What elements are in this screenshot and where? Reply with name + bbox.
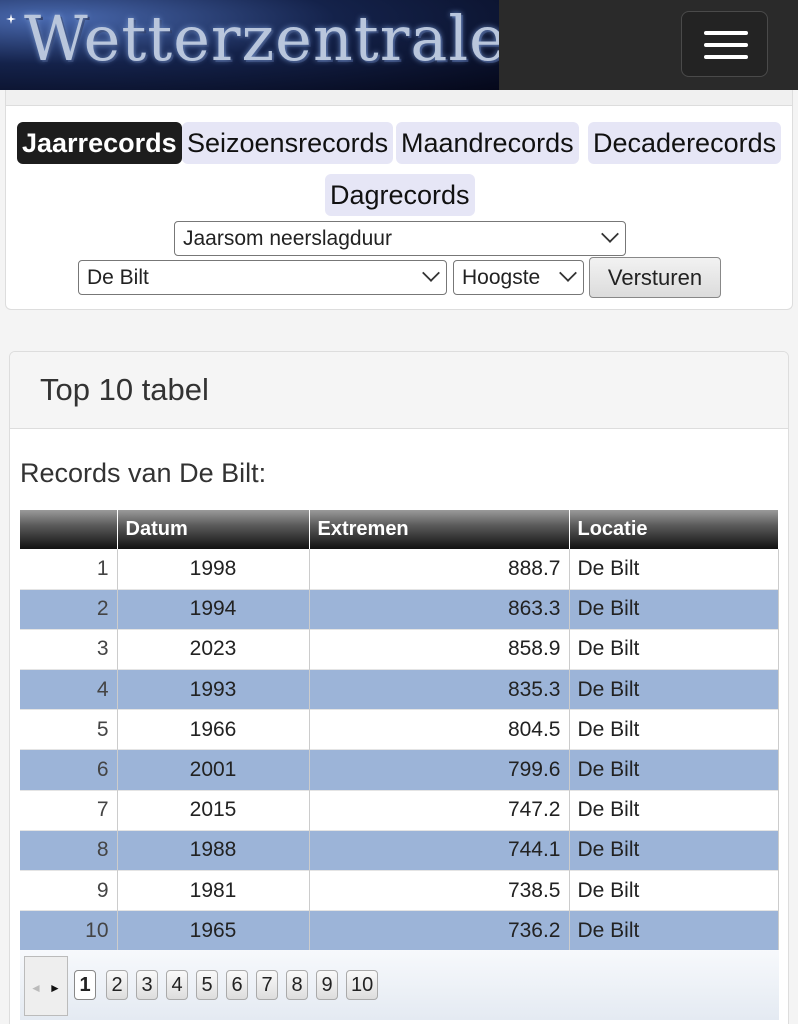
row-location: De Bilt (569, 629, 779, 670)
row-rank: 8 (20, 830, 118, 871)
row-rank: 7 (20, 790, 118, 831)
arrow-right-icon[interactable]: ► (49, 981, 61, 995)
records-title: Records van De Bilt: (20, 458, 267, 488)
page-6-button[interactable]: 6 (226, 970, 248, 1000)
row-date: 1966 (117, 709, 310, 750)
row-date: 1998 (117, 549, 310, 590)
chevron-down-icon (601, 225, 619, 243)
submit-button[interactable]: Versturen (589, 257, 721, 298)
page-4-button[interactable]: 4 (166, 970, 188, 1000)
tab-maandrecords[interactable]: Maandrecords (396, 122, 579, 164)
row-value: 736.2 (309, 910, 570, 951)
row-location: De Bilt (569, 669, 779, 710)
row-rank: 2 (20, 589, 118, 630)
hamburger-icon (704, 31, 748, 35)
site-logo[interactable]: Wetterzentrale (0, 0, 499, 90)
card-title: Top 10 tabel (40, 372, 209, 407)
row-value: 799.6 (309, 749, 570, 791)
page-1-button[interactable]: 1 (74, 970, 96, 1000)
row-date: 2015 (117, 790, 310, 831)
row-value: 744.1 (309, 830, 570, 871)
row-location: De Bilt (569, 910, 779, 951)
parameter-select-value: Jaarsom neerslagduur (183, 227, 392, 250)
row-location: De Bilt (569, 709, 779, 750)
row-value: 835.3 (309, 669, 570, 710)
row-location: De Bilt (569, 749, 779, 791)
page-8-button[interactable]: 8 (286, 970, 308, 1000)
row-rank: 5 (20, 709, 118, 750)
table-row: 6 2001 799.6 De Bilt (20, 749, 779, 791)
star-icon (6, 14, 16, 24)
page-2-button[interactable]: 2 (106, 970, 128, 1000)
row-value: 863.3 (309, 589, 570, 630)
row-date: 1981 (117, 870, 310, 911)
row-value: 888.7 (309, 549, 570, 590)
menu-button[interactable] (681, 11, 768, 77)
table-row: 7 2015 747.2 De Bilt (20, 790, 779, 831)
row-rank: 6 (20, 749, 118, 791)
row-location: De Bilt (569, 790, 779, 831)
parameter-select[interactable]: Jaarsom neerslagduur (174, 221, 626, 256)
header-datum[interactable]: Datum (117, 510, 310, 549)
row-rank: 10 (20, 910, 118, 951)
chevron-down-icon (422, 264, 440, 282)
station-select[interactable]: De Bilt (78, 260, 447, 295)
row-date: 1988 (117, 830, 310, 871)
order-select[interactable]: Hoogste (453, 260, 584, 295)
tab-dagrecords[interactable]: Dagrecords (325, 174, 475, 216)
header-extremen[interactable]: Extremen (309, 510, 570, 549)
tab-decaderecords[interactable]: Decaderecords (588, 122, 782, 164)
records-table: Datum Extremen Locatie 1 1998 888.7 De B… (20, 510, 779, 951)
records-form-panel: Jaarrecords Seizoensrecords Maandrecords… (5, 90, 793, 310)
page-7-button[interactable]: 7 (256, 970, 278, 1000)
row-date: 1994 (117, 589, 310, 630)
pager-nav: ◄ ► (24, 956, 68, 1016)
order-select-value: Hoogste (462, 266, 541, 289)
row-value: 858.9 (309, 629, 570, 670)
row-rank: 4 (20, 669, 118, 710)
tab-jaarrecords[interactable]: Jaarrecords (17, 122, 182, 164)
table-row: 2 1994 863.3 De Bilt (20, 589, 779, 630)
row-value: 747.2 (309, 790, 570, 831)
row-rank: 1 (20, 549, 118, 590)
page-3-button[interactable]: 3 (136, 970, 158, 1000)
table-row: 1 1998 888.7 De Bilt (20, 549, 779, 590)
table-row: 3 2023 858.9 De Bilt (20, 629, 779, 670)
hamburger-icon-line (704, 43, 748, 47)
row-rank: 9 (20, 870, 118, 911)
header-rank[interactable] (20, 510, 118, 549)
table-row: 8 1988 744.1 De Bilt (20, 830, 779, 871)
row-location: De Bilt (569, 589, 779, 630)
row-rank: 3 (20, 629, 118, 670)
top10-card: Top 10 tabel Records van De Bilt: Datum … (9, 351, 789, 1024)
row-location: De Bilt (569, 870, 779, 911)
row-location: De Bilt (569, 830, 779, 871)
tab-seizoensrecords[interactable]: Seizoensrecords (182, 122, 394, 164)
arrow-left-icon[interactable]: ◄ (30, 981, 42, 995)
table-row: 9 1981 738.5 De Bilt (20, 870, 779, 911)
row-value: 804.5 (309, 709, 570, 750)
row-value: 738.5 (309, 870, 570, 911)
logo-text: Wetterzentrale (24, 2, 499, 75)
card-header: Top 10 tabel (10, 352, 788, 429)
table-row: 4 1993 835.3 De Bilt (20, 669, 779, 710)
chevron-down-icon (559, 264, 577, 282)
row-date: 2023 (117, 629, 310, 670)
row-date: 2001 (117, 749, 310, 791)
station-select-value: De Bilt (87, 266, 149, 289)
row-date: 1993 (117, 669, 310, 710)
header-locatie[interactable]: Locatie (569, 510, 779, 549)
table-row: 5 1966 804.5 De Bilt (20, 709, 779, 750)
hamburger-icon-line (704, 55, 748, 59)
pagination: ◄ ► 1 2 3 4 5 6 7 8 9 10 (20, 950, 779, 1020)
table-row: 10 1965 736.2 De Bilt (20, 910, 779, 951)
page-9-button[interactable]: 9 (316, 970, 338, 1000)
top-navbar: Wetterzentrale (0, 0, 798, 90)
table-header-row: Datum Extremen Locatie (20, 510, 779, 549)
panel-strip (6, 90, 792, 106)
row-date: 1965 (117, 910, 310, 951)
row-location: De Bilt (569, 549, 779, 590)
page-5-button[interactable]: 5 (196, 970, 218, 1000)
page-10-button[interactable]: 10 (346, 970, 379, 1000)
